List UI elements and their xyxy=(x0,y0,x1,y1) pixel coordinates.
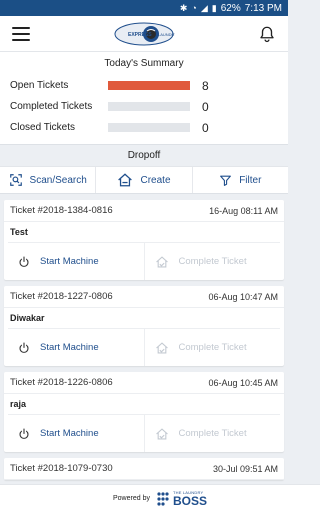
ticket-card[interactable]: Ticket #2018-1384-0816 16-Aug 08:11 AM T… xyxy=(4,200,284,280)
ticket-header: Ticket #2018-1384-0816 16-Aug 08:11 AM xyxy=(4,200,284,222)
summary-row-completed: Completed Tickets 0 xyxy=(10,96,278,117)
ticket-list: Ticket #2018-1384-0816 16-Aug 08:11 AM T… xyxy=(0,200,288,480)
summary-label: Closed Tickets xyxy=(10,122,76,133)
filter-button[interactable]: Filter xyxy=(191,167,288,193)
svg-text:EXPRESS: EXPRESS xyxy=(128,32,152,38)
home-check-icon xyxy=(155,427,168,439)
home-check-icon xyxy=(155,255,168,267)
complete-ticket-button[interactable]: Complete Ticket xyxy=(143,415,281,452)
ticket-card[interactable]: Ticket #2018-1226-0806 06-Aug 10:45 AM r… xyxy=(4,372,284,452)
ticket-actions: Start Machine Complete Ticket xyxy=(8,242,280,280)
app-bar: EXPRESS LAUNDRY xyxy=(0,16,288,52)
summary-count: 0 xyxy=(202,120,209,135)
start-machine-label: Start Machine xyxy=(40,428,99,439)
scan-icon xyxy=(9,174,22,186)
ticket-customer: raja xyxy=(10,399,27,409)
complete-ticket-label: Complete Ticket xyxy=(178,256,247,267)
brand-dots-icon xyxy=(157,491,169,506)
ticket-number: Ticket #2018-1226-0806 xyxy=(10,377,113,388)
start-machine-button[interactable]: Start Machine xyxy=(8,243,144,280)
ticket-actions: Start Machine Complete Ticket xyxy=(8,414,280,452)
start-machine-label: Start Machine xyxy=(40,256,99,267)
create-button[interactable]: Create xyxy=(95,167,191,193)
ticket-number: Ticket #2018-1079-0730 xyxy=(10,463,113,474)
summary-title: Today's Summary xyxy=(104,58,184,69)
clock: 7:13 PM xyxy=(244,2,282,14)
powered-by-text: Powered by xyxy=(113,495,150,502)
brand-logo: THE LAUNDRY BOSS xyxy=(156,490,207,507)
ticket-customer: Test xyxy=(10,227,28,237)
ticket-header: Ticket #2018-1226-0806 06-Aug 10:45 AM xyxy=(4,372,284,394)
summary-row-open: Open Tickets 8 xyxy=(10,75,278,96)
scan-search-label: Scan/Search xyxy=(29,174,87,186)
complete-ticket-button[interactable]: Complete Ticket xyxy=(143,243,281,280)
section-title: Dropoff xyxy=(0,144,288,166)
ticket-header: Ticket #2018-1079-0730 30-Jul 09:51 AM xyxy=(4,458,284,480)
ticket-customer: Diwakar xyxy=(10,313,45,323)
ticket-date: 06-Aug 10:45 AM xyxy=(208,377,278,388)
home-icon xyxy=(118,173,133,187)
bluetooth-icon: ✱ xyxy=(179,2,188,13)
ticket-number: Ticket #2018-1384-0816 xyxy=(10,205,113,216)
filter-icon xyxy=(220,175,232,186)
action-bar: Scan/Search Create Filter xyxy=(0,166,288,194)
battery-level: 62% xyxy=(220,2,241,14)
summary-label: Completed Tickets xyxy=(10,101,93,112)
status-bar: ✱ ◔ ◢ ▮ 62% 7:13 PM xyxy=(0,0,288,16)
start-machine-button[interactable]: Start Machine xyxy=(8,415,144,452)
summary-row-closed: Closed Tickets 0 xyxy=(10,117,278,138)
ticket-card[interactable]: Ticket #2018-1079-0730 30-Jul 09:51 AM xyxy=(4,458,284,480)
ticket-date: 30-Jul 09:51 AM xyxy=(212,463,278,474)
menu-icon[interactable] xyxy=(12,26,30,41)
ticket-date: 06-Aug 10:47 AM xyxy=(208,291,278,302)
summary-count: 0 xyxy=(202,99,209,114)
ticket-card[interactable]: Ticket #2018-1227-0806 06-Aug 10:47 AM D… xyxy=(4,286,284,366)
power-icon xyxy=(19,427,29,439)
complete-ticket-label: Complete Ticket xyxy=(178,428,247,439)
summary-label: Open Tickets xyxy=(10,80,69,91)
summary-panel: Today's Summary Open Tickets 8 Completed… xyxy=(0,52,288,144)
app-logo: EXPRESS LAUNDRY xyxy=(113,20,175,48)
ticket-number: Ticket #2018-1227-0806 xyxy=(10,291,113,302)
create-label: Create xyxy=(140,174,171,186)
summary-bar-closed xyxy=(108,123,190,132)
start-machine-button[interactable]: Start Machine xyxy=(8,329,144,366)
scan-search-button[interactable]: Scan/Search xyxy=(0,167,95,193)
footer: Powered by THE LAUNDRY BOSS xyxy=(0,484,320,512)
complete-ticket-button[interactable]: Complete Ticket xyxy=(143,329,281,366)
start-machine-label: Start Machine xyxy=(40,342,99,353)
power-icon xyxy=(19,255,29,267)
filter-label: Filter xyxy=(239,174,262,186)
home-check-icon xyxy=(155,341,168,353)
summary-bar-open xyxy=(108,81,190,90)
svg-text:LAUNDRY: LAUNDRY xyxy=(158,32,175,37)
summary-count: 8 xyxy=(202,78,209,93)
complete-ticket-label: Complete Ticket xyxy=(178,342,247,353)
summary-bar-completed xyxy=(108,102,190,111)
ticket-date: 16-Aug 08:11 AM xyxy=(209,205,278,216)
wifi-icon: ◔ xyxy=(191,3,197,13)
brand-big-text: BOSS xyxy=(172,494,207,508)
signal-icon: ◢ xyxy=(200,2,208,13)
summary-bar-fill xyxy=(108,81,190,90)
power-icon xyxy=(19,341,29,353)
bell-icon[interactable] xyxy=(258,25,276,43)
ticket-header: Ticket #2018-1227-0806 06-Aug 10:47 AM xyxy=(4,286,284,308)
battery-icon: ▮ xyxy=(211,2,217,13)
ticket-actions: Start Machine Complete Ticket xyxy=(8,328,280,366)
